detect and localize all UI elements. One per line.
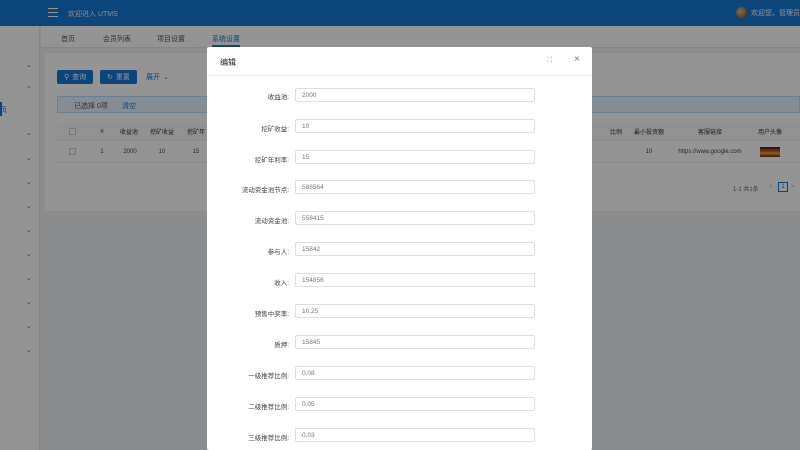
close-icon[interactable]: × [574, 54, 580, 65]
level2-referral-input[interactable] [295, 397, 535, 411]
field-label: 一级推荐比例: [248, 373, 289, 380]
field-label: 质押: [274, 342, 289, 349]
level3-referral-input[interactable] [295, 428, 535, 442]
revenue-input[interactable] [295, 273, 535, 287]
income-pool-input[interactable] [295, 88, 535, 102]
presale-win-rate-input[interactable] [295, 304, 535, 318]
field-label: 预售中奖率: [254, 311, 289, 318]
modal-title: 编辑 [220, 58, 236, 67]
edit-modal: 编辑 ⛶ × 收益池: 挖矿收益: 挖矿年利率: 流动资金池节点: 流动资金池:… [207, 47, 592, 450]
field-label: 挖矿收益: [261, 126, 289, 133]
field-label: 参与人: [267, 249, 289, 256]
pledge-input[interactable] [295, 335, 535, 349]
fullscreen-icon[interactable]: ⛶ [547, 57, 552, 65]
field-label: 三级推荐比例: [248, 435, 289, 442]
field-label: 二级推荐比例: [248, 404, 289, 411]
field-label: 流动资金池节点: [241, 187, 289, 194]
field-label: 收益池: [267, 94, 289, 101]
mining-annual-rate-input[interactable] [295, 150, 535, 164]
field-label: 流动资金池: [254, 218, 289, 225]
liquidity-pool-input[interactable] [295, 211, 535, 225]
participants-input[interactable] [295, 242, 535, 256]
field-label: 收入: [274, 280, 289, 287]
level1-referral-input[interactable] [295, 366, 535, 380]
modal-divider [207, 75, 592, 76]
liquidity-node-input[interactable] [295, 180, 535, 194]
mining-income-input[interactable] [295, 119, 535, 133]
field-label: 挖矿年利率: [254, 157, 289, 164]
